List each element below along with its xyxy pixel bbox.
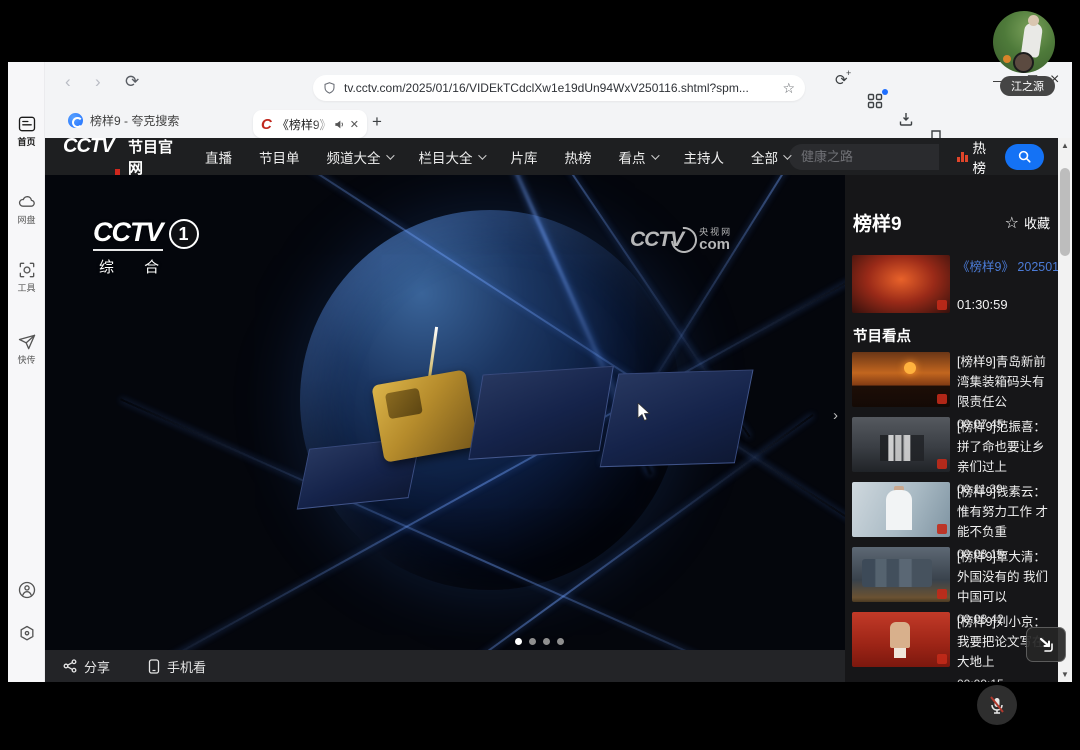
participant-badge	[1013, 52, 1034, 73]
page-scrollbar[interactable]: ▲ ▼	[1058, 138, 1072, 682]
participant-name-label: 江之源	[1000, 76, 1055, 96]
chevron-down-icon	[478, 151, 486, 159]
bookmark-star-icon[interactable]: ☆	[782, 80, 795, 97]
playlist-sidebar: 榜样9 ☆ 收藏 《榜样9》 20250116 01:30:59 节目看点 [榜…	[845, 175, 1058, 682]
cctv1-channel-logo: CCTV 1 综 合	[93, 217, 199, 277]
featured-episode-duration: 01:30:59	[957, 295, 1053, 315]
expand-screen-button[interactable]	[1026, 627, 1066, 662]
dot-active[interactable]	[515, 638, 522, 645]
scroll-up-arrow[interactable]: ▲	[1058, 141, 1072, 150]
share-button[interactable]: 分享	[63, 657, 110, 676]
new-tab-button[interactable]: +	[372, 112, 382, 132]
cctv-site-logo[interactable]: CCTV 节目官网	[63, 138, 173, 178]
send-icon	[17, 332, 37, 352]
featured-episode-thumbnail[interactable]	[852, 255, 950, 313]
sidebar-account-button[interactable]	[8, 580, 45, 601]
site-menu: 直播 节目单 频道大全 栏目大全 片库 热榜 看点 主持人 全部	[205, 147, 789, 167]
mouse-cursor	[637, 403, 653, 423]
apps-grid-icon[interactable]	[867, 93, 885, 111]
microphone-muted-button[interactable]	[977, 685, 1017, 725]
browser-left-sidebar: 首页 网盘 工具 快传	[8, 62, 45, 682]
featured-episode-title[interactable]: 《榜样9》 20250116	[957, 257, 1053, 277]
sidebar-item-quickshare[interactable]: 快传	[8, 332, 45, 366]
search-icon	[1017, 149, 1032, 164]
web-content: CCTV 节目官网 直播 节目单 频道大全 栏目大全 片库 热榜 看点 主持人 …	[45, 138, 1072, 682]
menu-channels[interactable]: 频道大全	[327, 147, 392, 167]
notification-dot	[882, 89, 888, 95]
back-button[interactable]: ‹	[65, 72, 71, 92]
expand-arrow-icon	[1037, 637, 1055, 653]
menu-highlights[interactable]: 看点	[619, 147, 657, 167]
sync-new-icon[interactable]: ⟳+	[835, 72, 848, 89]
star-icon: ☆	[1005, 213, 1019, 233]
sidebar-settings-button[interactable]	[8, 624, 45, 645]
episode-thumbnail[interactable]	[852, 482, 950, 537]
url-text: tv.cctv.com/2025/01/16/VIDEkTCdclXw1e19d…	[344, 81, 774, 95]
menu-programs[interactable]: 栏目大全	[419, 147, 484, 167]
section-highlights-label: 节目看点	[853, 325, 911, 346]
share-icon	[63, 659, 77, 673]
user-icon	[17, 580, 37, 600]
download-icon[interactable]	[898, 111, 916, 129]
sidebar-item-home[interactable]: 首页	[8, 114, 45, 148]
search-input[interactable]	[789, 144, 939, 170]
cloud-icon	[17, 192, 37, 212]
phone-icon	[148, 659, 160, 674]
chevron-down-icon	[386, 151, 394, 159]
episode-thumbnail[interactable]	[852, 547, 950, 602]
site-nav-bar: CCTV 节目官网 直播 节目单 频道大全 栏目大全 片库 热榜 看点 主持人 …	[45, 138, 1058, 175]
video-player[interactable]: CCTV 1 综 合 CCTV 央视网 com ›	[45, 175, 845, 650]
program-title: 榜样9	[853, 209, 902, 236]
favorite-button[interactable]: ☆ 收藏	[1005, 213, 1050, 233]
sidebar-item-tools[interactable]: 工具	[8, 260, 45, 294]
browser-window: 首页 网盘 工具 快传 ‹ › ⟳ tv.cctv.com/2025/01/16…	[8, 62, 1072, 682]
forward-button[interactable]: ›	[95, 72, 101, 92]
hot-bars-icon	[957, 151, 968, 162]
scroll-down-arrow[interactable]: ▼	[1058, 670, 1072, 679]
menu-all[interactable]: 全部	[751, 147, 789, 167]
tab-audio-icon[interactable]	[334, 119, 345, 130]
reload-button[interactable]: ⟳	[125, 72, 139, 92]
cctv-com-watermark: CCTV 央视网 com	[630, 227, 732, 253]
episode-thumbnail[interactable]	[852, 417, 950, 472]
security-shield-icon	[323, 81, 336, 95]
sidebar-collapse-chevron[interactable]: ›	[833, 407, 838, 424]
hot-rank-button[interactable]: 热榜	[957, 138, 993, 177]
menu-library[interactable]: 片库	[511, 147, 538, 167]
browser-tab-cctv-active[interactable]: C 《榜样9》2025 ✕	[253, 110, 367, 138]
episode-thumbnail[interactable]	[852, 612, 950, 667]
episode-thumbnail[interactable]	[852, 352, 950, 407]
quark-tab-icon	[68, 113, 83, 128]
cctv-tab-icon: C	[261, 116, 272, 133]
menu-hosts[interactable]: 主持人	[684, 147, 725, 167]
sidebar-item-netdisk[interactable]: 网盘	[8, 192, 45, 226]
search-button[interactable]	[1005, 144, 1044, 170]
carousel-dots[interactable]	[515, 638, 564, 645]
browser-tab-search[interactable]: 榜样9 - 夸克搜索	[68, 112, 179, 129]
watch-on-mobile-button[interactable]: 手机看	[148, 657, 206, 676]
address-bar[interactable]: tv.cctv.com/2025/01/16/VIDEkTCdclXw1e19d…	[313, 75, 805, 101]
menu-schedule[interactable]: 节目单	[259, 147, 300, 167]
home-icon	[17, 114, 37, 134]
tab-close-icon[interactable]: ✕	[350, 118, 359, 131]
settings-icon	[17, 624, 37, 644]
player-bottom-bar: 分享 手机看	[45, 650, 845, 682]
menu-hot[interactable]: 热榜	[565, 147, 592, 167]
chevron-down-icon	[651, 151, 659, 159]
tools-icon	[17, 260, 37, 280]
microphone-muted-icon	[987, 695, 1007, 715]
menu-live[interactable]: 直播	[205, 147, 232, 167]
scrollbar-thumb[interactable]	[1060, 168, 1070, 256]
